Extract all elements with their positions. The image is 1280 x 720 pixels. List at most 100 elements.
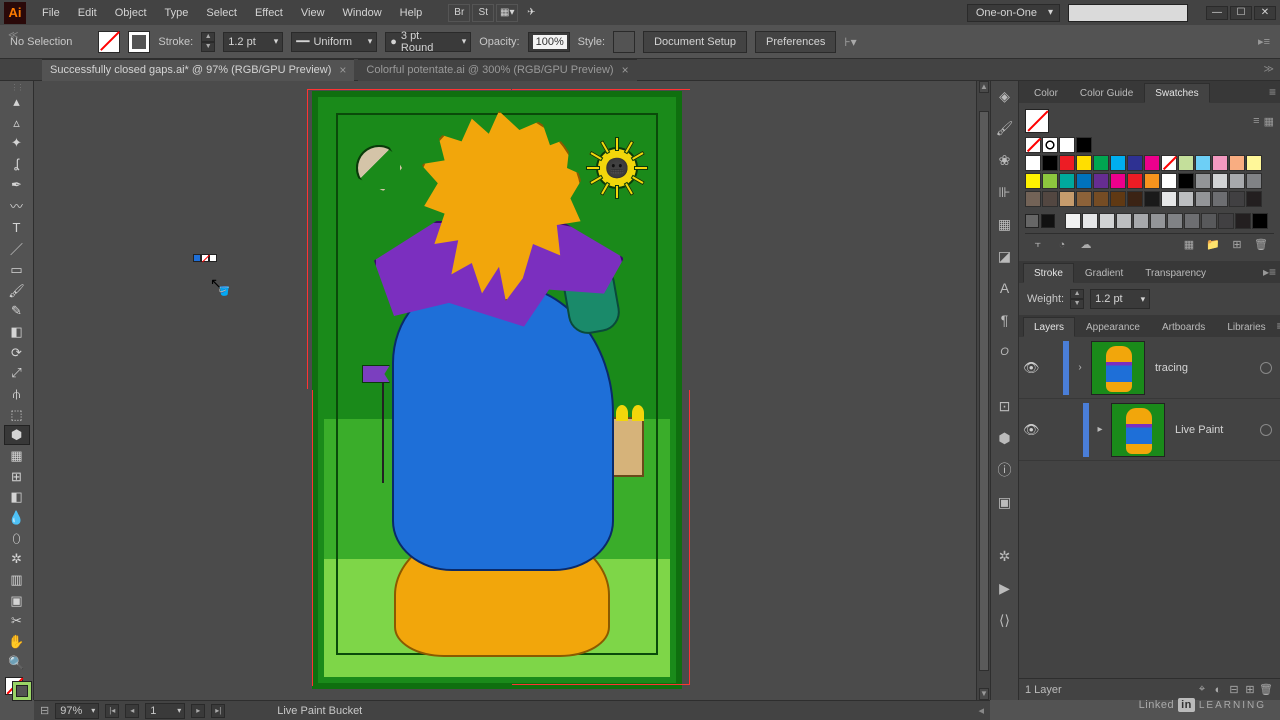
swatch[interactable] — [1093, 191, 1109, 207]
swatch[interactable] — [1212, 155, 1228, 171]
swatch[interactable] — [1201, 213, 1217, 229]
clipping-mask-icon[interactable]: ◐ — [1210, 684, 1226, 696]
line-tool[interactable]: ／ — [4, 238, 30, 259]
width-tool[interactable]: ⫛ — [4, 384, 30, 404]
pathfinder-icon[interactable]: ◪ — [996, 247, 1014, 265]
swatch[interactable] — [1229, 155, 1245, 171]
control-menu-icon[interactable]: ▸≡ — [1258, 35, 1270, 48]
swatch[interactable] — [1041, 214, 1055, 228]
close-button[interactable]: ✕ — [1254, 6, 1276, 20]
swatch[interactable] — [1042, 173, 1058, 189]
swatch[interactable] — [1059, 155, 1075, 171]
status-scroll-icon[interactable]: ◂ — [978, 704, 984, 717]
scale-tool[interactable]: ⤢ — [4, 363, 30, 383]
swatch[interactable] — [1229, 173, 1245, 189]
free-transform-tool[interactable]: ⬚ — [4, 405, 30, 425]
canvas[interactable]: ↖🪣 ▲ ▼ — [34, 81, 990, 700]
swatch[interactable] — [1144, 173, 1160, 189]
list-view-icon[interactable]: ≡ — [1253, 115, 1259, 127]
menu-select[interactable]: Select — [198, 3, 245, 23]
swatch[interactable] — [1212, 191, 1228, 207]
panel-menu-icon[interactable]: ≡ — [1269, 85, 1276, 99]
perspective-grid-tool[interactable]: ▦ — [4, 446, 30, 466]
swatch[interactable] — [1110, 155, 1126, 171]
swatch[interactable] — [1076, 173, 1092, 189]
brush-select[interactable]: ●3 pt. Round — [385, 32, 471, 52]
active-fill-swatch[interactable] — [1025, 109, 1049, 133]
swatch[interactable] — [1093, 173, 1109, 189]
swatch[interactable] — [1082, 213, 1098, 229]
asset-export-icon[interactable]: ✲ — [996, 547, 1014, 565]
disclosure-icon[interactable]: › — [1073, 362, 1087, 373]
swatch-cloud-icon[interactable]: ☁ — [1079, 238, 1093, 252]
tab-color[interactable]: Color — [1023, 83, 1069, 103]
paragraph-icon[interactable]: ¶ — [996, 311, 1014, 329]
layer-name[interactable]: Live Paint — [1169, 424, 1256, 436]
info-icon[interactable]: ⓘ — [996, 461, 1014, 479]
style-swatch[interactable] — [613, 31, 635, 53]
target-icon[interactable] — [1260, 424, 1272, 436]
weight-spinner[interactable]: ▲▼ — [1070, 289, 1084, 309]
swatch[interactable] — [1025, 173, 1041, 189]
layer-name[interactable]: tracing — [1149, 362, 1256, 374]
swatch[interactable] — [1246, 191, 1262, 207]
swatch[interactable] — [1025, 155, 1041, 171]
menu-file[interactable]: File — [34, 3, 68, 23]
vertical-scrollbar[interactable]: ▲ ▼ — [976, 81, 990, 700]
scroll-up-icon[interactable]: ▲ — [979, 81, 989, 93]
menu-view[interactable]: View — [293, 3, 333, 23]
swatch[interactable] — [1099, 213, 1115, 229]
swatch[interactable] — [1195, 155, 1211, 171]
panel-menu-icon[interactable]: ▸≡ — [1263, 265, 1276, 279]
menu-effect[interactable]: Effect — [247, 3, 291, 23]
curvature-tool[interactable]: 〰 — [4, 195, 30, 216]
last-artboard-button[interactable]: ▸| — [211, 704, 225, 718]
tab-swatches[interactable]: Swatches — [1144, 83, 1209, 103]
direct-selection-tool[interactable]: ▵ — [4, 113, 30, 133]
selection-tool[interactable]: ▴ — [4, 92, 30, 112]
menu-edit[interactable]: Edit — [70, 3, 105, 23]
menu-window[interactable]: Window — [335, 3, 390, 23]
column-graph-tool[interactable]: ▥ — [4, 570, 30, 590]
tab-appearance[interactable]: Appearance — [1075, 317, 1151, 337]
swatch[interactable] — [1144, 191, 1160, 207]
menu-help[interactable]: Help — [392, 3, 431, 23]
align-icon[interactable]: ⊪ — [996, 183, 1014, 201]
artboard-nav-input[interactable]: 1 — [145, 703, 185, 719]
swatch[interactable] — [1144, 155, 1160, 171]
links-icon[interactable]: ▶ — [996, 579, 1014, 597]
swatch-registration[interactable] — [1042, 137, 1058, 153]
scroll-down-icon[interactable]: ▼ — [979, 688, 989, 700]
layer-thumbnail[interactable] — [1091, 341, 1145, 395]
hand-tool[interactable]: ✋ — [4, 632, 30, 652]
swatch[interactable] — [1059, 137, 1075, 153]
swatch[interactable] — [1235, 213, 1251, 229]
pen-tool[interactable]: ✒ — [4, 175, 30, 195]
paintbrush-tool[interactable]: 🖌 — [4, 281, 30, 301]
scrollbar-thumb[interactable] — [979, 111, 989, 671]
zoom-level[interactable]: 97% — [55, 703, 99, 719]
menu-object[interactable]: Object — [107, 3, 155, 23]
artboard-tool[interactable]: ▣ — [4, 591, 30, 611]
swatch[interactable] — [1076, 191, 1092, 207]
opacity-input[interactable]: 100% — [528, 32, 570, 52]
swatch[interactable] — [1178, 191, 1194, 207]
tabbar-left-arrows[interactable]: ≪ — [8, 30, 18, 41]
blend-tool[interactable]: ⬯ — [4, 529, 30, 549]
swatch[interactable] — [1161, 191, 1177, 207]
grid-view-icon[interactable]: ▦ — [1264, 115, 1274, 128]
new-group-icon[interactable]: 📁 — [1206, 238, 1220, 252]
pencil-tool[interactable]: ✎ — [4, 301, 30, 321]
swatch[interactable] — [1059, 173, 1075, 189]
swatch-none[interactable] — [1025, 137, 1041, 153]
swatch[interactable] — [1042, 191, 1058, 207]
stroke-swatch[interactable] — [128, 31, 150, 53]
new-sublayer-icon[interactable]: ⊟ — [1226, 683, 1242, 696]
swatch-kind-icon[interactable]: ◔ — [1055, 238, 1069, 252]
minimize-button[interactable]: — — [1206, 6, 1228, 20]
doc-tab-inactive[interactable]: Colorful potentate.ai @ 300% (RGB/GPU Pr… — [358, 59, 636, 81]
panel-grip[interactable] — [5, 83, 29, 91]
swatch[interactable] — [1178, 173, 1194, 189]
tab-layers[interactable]: Layers — [1023, 317, 1075, 337]
brushes-icon[interactable]: 🖌 — [996, 119, 1014, 137]
